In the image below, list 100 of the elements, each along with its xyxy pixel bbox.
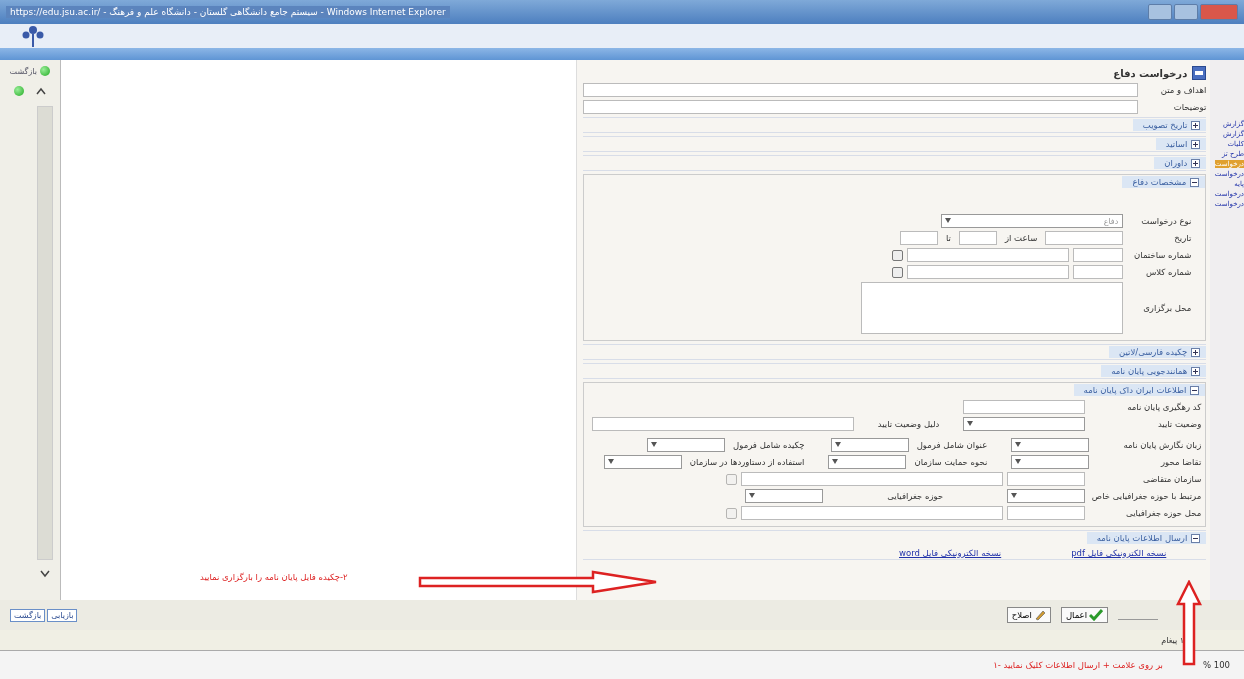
field-label: نوع درخواست	[1140, 216, 1192, 226]
field-label: زبان نگارش پایان نامه	[1122, 440, 1202, 450]
toolbar-button[interactable]: بازگشت	[10, 608, 46, 622]
lookup-button[interactable]	[726, 473, 738, 485]
date-field[interactable]	[1045, 231, 1124, 245]
panel-title: درخواست دفاع	[1113, 67, 1188, 79]
status-reason-field[interactable]	[591, 417, 854, 431]
section-header[interactable]: ارسال اطلاعات پایان نامه	[1086, 532, 1207, 544]
status-dot-icon	[39, 66, 50, 76]
field-label: مرتبط با حوزه جغرافیایی خاص	[1090, 491, 1202, 501]
tracking-code-field[interactable]	[963, 400, 1086, 414]
dropdown-arrow-icon[interactable]	[1015, 442, 1022, 447]
file-link[interactable]: نسخه الکترونیکی فایل pdf	[1071, 548, 1167, 558]
rail-label: بازگشت	[9, 66, 37, 76]
select-field[interactable]	[603, 455, 682, 469]
toolbar-button[interactable]: بازیابی	[47, 608, 78, 622]
field-label: نحوه حمایت سازمان	[913, 457, 989, 467]
flower-logo-icon	[20, 24, 46, 48]
dropdown-arrow-icon[interactable]	[967, 421, 974, 426]
message-count[interactable]: ۱ پیغام	[1161, 635, 1184, 645]
field-label: شماره کلاس	[1144, 267, 1192, 277]
time-field[interactable]	[900, 231, 938, 245]
maximize-button[interactable]	[1174, 4, 1198, 20]
field-label: اهداف و متن	[1159, 85, 1207, 95]
zoom-level[interactable]: % 100	[1203, 660, 1230, 670]
section-header[interactable]: اساتید	[1155, 138, 1207, 150]
chevron-down-icon[interactable]	[39, 570, 50, 578]
code-field[interactable]	[1073, 248, 1124, 262]
dropdown-arrow-icon[interactable]	[834, 442, 841, 447]
form-icon	[1192, 66, 1207, 80]
field-label: استفاده از دستاوردها در سازمان	[688, 457, 806, 467]
annotation-text: ۲-چکیده فایل پایان نامه را بارگزاری نمایید	[200, 572, 348, 582]
expand-icon[interactable]	[1191, 139, 1201, 149]
status-dot-icon	[13, 86, 24, 96]
collapse-icon[interactable]	[1190, 177, 1200, 187]
select-field[interactable]	[1007, 489, 1086, 503]
field-label: چکیده شامل فرمول	[732, 440, 806, 450]
field-label: شماره ساختمان	[1133, 250, 1192, 260]
field-label: وضعیت تایید	[1156, 419, 1202, 429]
dropdown-arrow-icon[interactable]	[832, 459, 839, 464]
section-header[interactable]: چکیده فارسی/لاتین	[1109, 346, 1207, 358]
field-label: توضیحات	[1172, 102, 1207, 112]
section-header[interactable]: اطلاعات ایران داک پایان نامه	[1073, 384, 1206, 396]
room-field[interactable]	[907, 265, 1070, 279]
expand-icon[interactable]	[1191, 120, 1201, 130]
annotation-text: ۱- بر روی علامت + ارسال اطلاعات کلیک نمایید	[993, 660, 1163, 670]
dropdown-arrow-icon[interactable]	[607, 459, 614, 464]
select-field[interactable]	[830, 438, 909, 452]
field-label: تقاضا محور	[1159, 457, 1202, 467]
select-field[interactable]	[1011, 438, 1090, 452]
chevron-up-icon[interactable]	[35, 87, 46, 95]
place-field[interactable]	[741, 506, 1004, 520]
description-field[interactable]	[583, 100, 1139, 114]
expand-icon[interactable]	[1191, 347, 1201, 357]
field-label: حوزه جغرافیایی	[886, 491, 945, 501]
field-label: محل برگزاری	[1142, 303, 1192, 313]
section-header[interactable]: داوران	[1154, 157, 1207, 169]
action-button[interactable]: اعمال	[1060, 607, 1108, 623]
collapse-icon[interactable]	[1190, 385, 1200, 395]
field-label: ساعت از	[1003, 233, 1039, 243]
dropdown-arrow-icon[interactable]	[1011, 493, 1018, 498]
section-header[interactable]: همانندجویی پایان نامه	[1101, 365, 1207, 377]
dropdown-arrow-icon[interactable]	[945, 218, 952, 223]
dropdown-arrow-icon[interactable]	[651, 442, 658, 447]
file-link[interactable]: نسخه الکترونیکی فایل word	[899, 548, 1002, 558]
lookup-button[interactable]	[892, 266, 904, 278]
field-label: دلیل وضعیت تایید	[876, 419, 941, 429]
building-field[interactable]	[907, 248, 1070, 262]
code-field[interactable]	[1073, 265, 1124, 279]
organization-field[interactable]	[741, 472, 1004, 486]
select-field[interactable]	[828, 455, 907, 469]
scrollbar[interactable]	[36, 106, 53, 560]
field-label: عنوان شامل فرمول	[915, 440, 989, 450]
expand-icon[interactable]	[1191, 366, 1201, 376]
text-field[interactable]	[583, 83, 1139, 97]
place-textarea[interactable]	[861, 282, 1124, 334]
minimize-button[interactable]	[1148, 4, 1172, 20]
code-field[interactable]	[1007, 506, 1086, 520]
code-field[interactable]	[1007, 472, 1086, 486]
expand-icon[interactable]	[1191, 158, 1201, 168]
field-label: تا	[945, 233, 952, 243]
field-label: سازمان متقاضی	[1142, 474, 1202, 484]
select-field[interactable]	[647, 438, 726, 452]
time-field[interactable]	[958, 231, 997, 245]
lookup-button[interactable]	[726, 507, 738, 519]
field-label: محل حوزه جغرافیایی	[1125, 508, 1202, 518]
select-field[interactable]	[745, 489, 824, 503]
select-field[interactable]	[1011, 455, 1090, 469]
dropdown-arrow-icon[interactable]	[1015, 459, 1022, 464]
section-header[interactable]: تاریخ تصویب	[1132, 119, 1207, 131]
section-header[interactable]: مشخصات دفاع	[1122, 176, 1206, 188]
action-button[interactable]: اصلاح	[1006, 607, 1051, 623]
field-label: تاریخ	[1173, 233, 1192, 243]
dropdown-arrow-icon[interactable]	[749, 493, 756, 498]
pencil-icon	[1033, 609, 1046, 621]
checkmark-icon	[1089, 609, 1103, 621]
field-label: کد رهگیری پایان نامه	[1126, 402, 1202, 412]
lookup-button[interactable]	[892, 249, 904, 261]
window-title: https://edu.jsu.ac.ir/ - سیستم جامع دانشگاهی گلستان - دانشگاه علم و فرهنگ - Windows Internet Explorer	[6, 6, 450, 18]
collapse-icon[interactable]	[1191, 533, 1201, 543]
